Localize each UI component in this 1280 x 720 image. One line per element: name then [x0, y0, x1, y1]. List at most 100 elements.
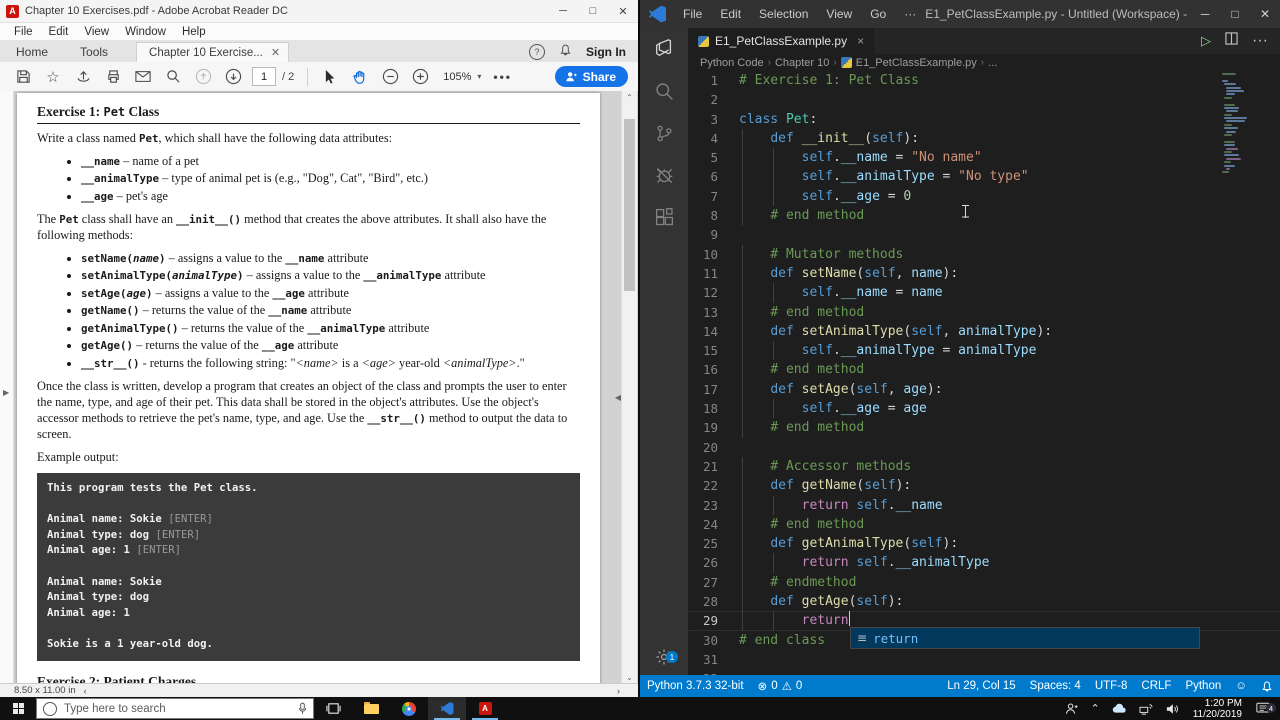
more-actions-icon[interactable]: ···: [1252, 32, 1268, 50]
code-line[interactable]: 22 def getName(self):: [688, 476, 1280, 496]
code-line[interactable]: 6 self.__animalType = "No type": [688, 167, 1280, 187]
help-icon[interactable]: ?: [529, 43, 545, 60]
code-line[interactable]: 16 # end method: [688, 360, 1280, 380]
code-line[interactable]: 3 class Pet:: [688, 110, 1280, 129]
eol-status[interactable]: CRLF: [1134, 680, 1178, 692]
code-line[interactable]: 15 self.__animalType = animalType: [688, 341, 1280, 361]
code-line[interactable]: 31: [688, 650, 1280, 669]
chrome-button[interactable]: [390, 697, 428, 720]
clock[interactable]: 1:20 PM 11/20/2019: [1185, 698, 1250, 720]
share-file-icon[interactable]: [70, 65, 96, 89]
search-icon[interactable]: [160, 65, 186, 89]
source-control-icon[interactable]: [640, 112, 688, 154]
code-line[interactable]: 9: [688, 225, 1280, 244]
problems-status[interactable]: ⊗ 0 ⚠ 0: [751, 679, 810, 693]
run-file-icon[interactable]: ▷: [1201, 33, 1211, 49]
pdf-vertical-scrollbar[interactable]: ⌃ ⌄: [621, 91, 637, 684]
code-line[interactable]: 2: [688, 90, 1280, 109]
code-line[interactable]: 19 # end method: [688, 418, 1280, 438]
minimize-button[interactable]: ─: [548, 0, 578, 22]
show-hidden-icons-chevron[interactable]: ⌃: [1084, 702, 1105, 715]
email-icon[interactable]: [130, 65, 156, 89]
code-line[interactable]: 26 return self.__animalType: [688, 553, 1280, 573]
pdf-scrollbar-thumb[interactable]: [624, 119, 635, 291]
breadcrumb-item[interactable]: E1_PetClassExample.py: [856, 57, 977, 69]
code-line[interactable]: 20: [688, 438, 1280, 457]
taskbar-search-box[interactable]: Type here to search: [36, 698, 314, 719]
star-icon[interactable]: ☆: [40, 65, 66, 89]
scroll-right-icon[interactable]: ›: [617, 686, 638, 696]
menu-item-file[interactable]: File: [674, 7, 711, 21]
tab-document[interactable]: Chapter 10 Exercise... ✕: [136, 42, 290, 62]
settings-gear-icon[interactable]: 1: [640, 647, 688, 667]
breadcrumb-item[interactable]: Python Code: [700, 57, 764, 69]
minimize-button[interactable]: ─: [1190, 0, 1220, 28]
code-line[interactable]: 24 # end method: [688, 514, 1280, 535]
code-line[interactable]: 27 # endmethod: [688, 572, 1280, 593]
action-center-icon[interactable]: 4: [1250, 702, 1280, 715]
menu-item-edit[interactable]: Edit: [711, 7, 750, 21]
tab-tools[interactable]: Tools: [64, 42, 124, 62]
collapse-pane-icon[interactable]: ◀: [615, 393, 621, 402]
maximize-button[interactable]: □: [1220, 0, 1250, 28]
onedrive-cloud-icon[interactable]: [1106, 703, 1133, 714]
close-document-icon[interactable]: ✕: [271, 46, 280, 59]
code-line[interactable]: 11 def setName(self, name):: [688, 263, 1280, 284]
tab-e1-petclassexample[interactable]: E1_PetClassExample.py ×: [688, 28, 875, 54]
page-number-input[interactable]: 1: [252, 67, 276, 86]
menu-item-view[interactable]: View: [817, 7, 861, 21]
expand-pane-icon[interactable]: ▶: [3, 388, 9, 397]
menu-item-help[interactable]: Help: [174, 26, 214, 38]
code-line[interactable]: 18 self.__age = age: [688, 399, 1280, 419]
minimap[interactable]: [1222, 73, 1254, 182]
code-line[interactable]: 28 def getAge(self):: [688, 592, 1280, 612]
hand-tool-icon[interactable]: [347, 65, 373, 89]
encoding-status[interactable]: UTF-8: [1088, 680, 1135, 692]
feedback-smiley-icon[interactable]: ☺: [1228, 680, 1254, 692]
menu-item-file[interactable]: File: [6, 26, 41, 38]
close-button[interactable]: ✕: [608, 0, 638, 22]
code-line[interactable]: 10 # Mutator methods: [688, 244, 1280, 264]
python-interpreter-status[interactable]: Python 3.7.3 32-bit: [640, 680, 751, 692]
extensions-icon[interactable]: [640, 196, 688, 238]
previous-page-icon[interactable]: [190, 65, 216, 89]
select-tool-icon[interactable]: [317, 65, 343, 89]
scroll-up-icon[interactable]: ⌃: [622, 93, 637, 102]
file-explorer-button[interactable]: [352, 697, 390, 720]
share-button[interactable]: Share: [554, 66, 628, 87]
code-line[interactable]: 8 # end method: [688, 206, 1280, 226]
acrobat-taskbar-button[interactable]: A: [466, 697, 504, 720]
breadcrumb-item[interactable]: Chapter 10: [775, 57, 829, 69]
code-line[interactable]: 25 def getAnimalType(self):: [688, 534, 1280, 554]
zoom-out-icon[interactable]: [377, 65, 403, 89]
menu-item-window[interactable]: Window: [117, 26, 174, 38]
code-line[interactable]: 4 def __init__(self):: [688, 128, 1280, 149]
print-icon[interactable]: [100, 65, 126, 89]
language-mode-status[interactable]: Python: [1178, 680, 1228, 692]
code-line[interactable]: 21 # Accessor methods: [688, 456, 1280, 477]
code-line[interactable]: 23 return self.__name: [688, 495, 1280, 515]
breadcrumb-item[interactable]: ...: [988, 57, 997, 69]
code-editor[interactable]: 1 # Exercise 1: Pet Class 2 3 class Pet: 4 de…: [688, 71, 1280, 675]
close-tab-icon[interactable]: ×: [857, 34, 864, 48]
bell-icon[interactable]: [559, 43, 572, 60]
task-view-button[interactable]: [314, 697, 352, 720]
indentation-status[interactable]: Spaces: 4: [1023, 680, 1088, 692]
code-line[interactable]: 12 self.__name = name: [688, 283, 1280, 303]
maximize-button[interactable]: □: [578, 0, 608, 22]
code-line[interactable]: 13 # end method: [688, 302, 1280, 322]
scroll-left-icon[interactable]: ‹: [84, 686, 87, 696]
debug-icon[interactable]: [640, 154, 688, 196]
people-icon[interactable]: [1059, 702, 1084, 715]
menu-item-more[interactable]: ···: [895, 7, 925, 21]
more-tools-icon[interactable]: •••: [493, 70, 512, 84]
code-line[interactable]: 14 def setAnimalType(self, animalType):: [688, 321, 1280, 342]
cursor-position-status[interactable]: Ln 29, Col 15: [940, 680, 1022, 692]
zoom-level-dropdown[interactable]: 105%: [443, 71, 471, 83]
next-page-icon[interactable]: [220, 65, 246, 89]
menu-item-edit[interactable]: Edit: [41, 26, 77, 38]
vscode-taskbar-button[interactable]: [428, 697, 466, 720]
start-button[interactable]: [0, 697, 36, 720]
close-button[interactable]: ✕: [1250, 0, 1280, 28]
suggestion-item-return[interactable]: ≡ return: [851, 628, 1199, 648]
